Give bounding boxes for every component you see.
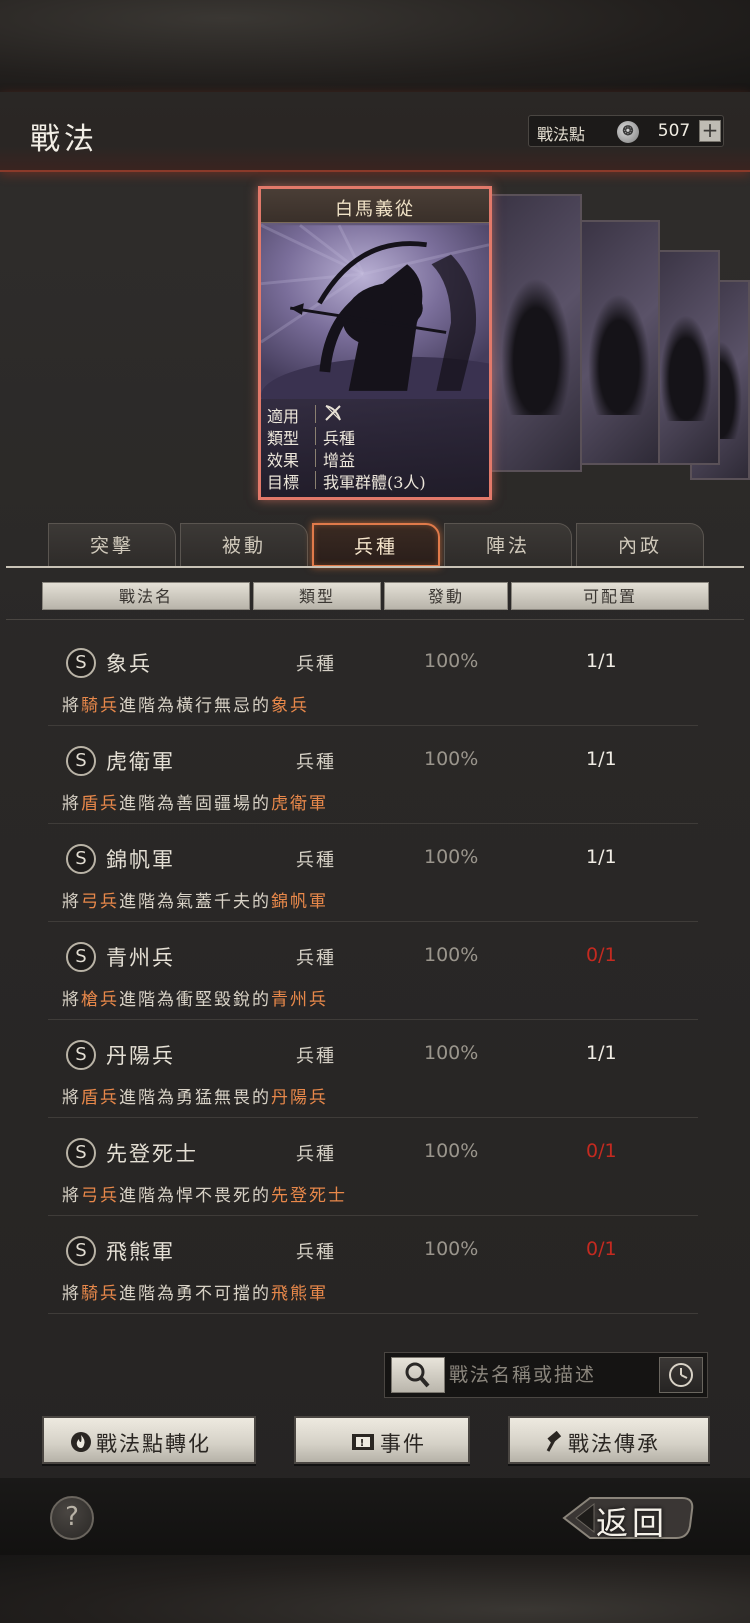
tactic-count: 1/1 xyxy=(586,846,617,868)
tactic-count: 0/1 xyxy=(586,1140,617,1162)
tab-divider xyxy=(6,566,744,568)
tactic-count: 0/1 xyxy=(586,944,617,966)
tactic-type: 兵種 xyxy=(296,850,336,871)
column-header-trigger[interactable]: 發動 xyxy=(384,582,508,610)
top-backdrop xyxy=(0,0,750,92)
tactic-points-label: 戰法點 xyxy=(537,125,586,144)
tactic-count: 1/1 xyxy=(586,748,617,770)
search-button[interactable] xyxy=(391,1357,445,1393)
event-label: 事件 xyxy=(380,1432,426,1456)
tactic-rate: 100% xyxy=(424,650,479,672)
tab-passive[interactable]: 被動 xyxy=(180,523,308,567)
tab-troop-type[interactable]: 兵種 xyxy=(312,523,440,567)
column-header-configurable[interactable]: 可配置 xyxy=(511,582,709,610)
selected-tactic-card[interactable]: 白馬義從 適用 類型 兵種 效果 增益 目標 我軍群體(3人) xyxy=(258,186,492,500)
help-button[interactable]: ? xyxy=(50,1496,94,1540)
header-divider xyxy=(6,619,744,620)
tactic-points-value: 507 xyxy=(657,121,691,141)
tactic-name: 虎衛軍 xyxy=(106,750,175,774)
grade-badge: S xyxy=(66,1236,96,1266)
tactic-rate: 100% xyxy=(424,1238,479,1260)
card-name-bar: 白馬義從 xyxy=(261,189,489,223)
tactic-count: 0/1 xyxy=(586,1238,617,1260)
tactic-description: 將騎兵進階為勇不可擋的飛熊軍 xyxy=(62,1284,328,1304)
tactic-type: 兵種 xyxy=(296,1046,336,1067)
list-item[interactable]: S 錦帆軍 兵種 100% 1/1 將弓兵進階為氣蓋千夫的錦帆軍 xyxy=(48,826,698,922)
tactic-description: 將盾兵進階為勇猛無畏的丹陽兵 xyxy=(62,1088,328,1108)
event-button[interactable]: ! 事件 xyxy=(294,1416,470,1464)
hammer-icon xyxy=(546,1431,562,1452)
tactic-name: 飛熊軍 xyxy=(106,1240,175,1264)
tactic-name: 丹陽兵 xyxy=(106,1044,175,1068)
card-info-panel: 適用 類型 兵種 效果 增益 目標 我軍群體(3人) xyxy=(261,399,489,497)
bottom-backdrop xyxy=(0,1555,750,1623)
grade-badge: S xyxy=(66,942,96,972)
tactic-type: 兵種 xyxy=(296,1144,336,1165)
tactic-description: 將弓兵進階為悍不畏死的先登死士 xyxy=(62,1186,347,1206)
back-label: 返回 xyxy=(596,1504,669,1542)
column-header-type[interactable]: 類型 xyxy=(253,582,381,610)
tactic-type: 兵種 xyxy=(296,654,336,675)
tactic-count: 1/1 xyxy=(586,650,617,672)
grade-badge: S xyxy=(66,844,96,874)
background-card-2[interactable] xyxy=(578,220,660,465)
grade-badge: S xyxy=(66,746,96,776)
magnifier-icon xyxy=(405,1362,430,1388)
svg-text:!: ! xyxy=(360,1438,367,1449)
column-header-name[interactable]: 戰法名 xyxy=(42,582,250,610)
list-item[interactable]: S 飛熊軍 兵種 100% 0/1 將騎兵進階為勇不可擋的飛熊軍 xyxy=(48,1218,698,1314)
card-name: 白馬義從 xyxy=(335,199,415,220)
tactic-points-box: 戰法點 ❂ 507 + xyxy=(528,115,724,147)
bow-icon xyxy=(323,403,343,427)
grade-badge: S xyxy=(66,1138,96,1168)
inherit-tactic-button[interactable]: 戰法傳承 xyxy=(508,1416,710,1464)
card-artwork xyxy=(261,223,489,399)
tab-assault[interactable]: 突擊 xyxy=(48,523,176,567)
list-item[interactable]: S 虎衛軍 兵種 100% 1/1 將盾兵進階為善固疆場的虎衛軍 xyxy=(48,728,698,824)
tactic-name: 青州兵 xyxy=(106,946,175,970)
tactic-rate: 100% xyxy=(424,1140,479,1162)
convert-points-label: 戰法點轉化 xyxy=(96,1432,211,1456)
tactic-rate: 100% xyxy=(424,944,479,966)
search-input[interactable] xyxy=(449,1357,645,1393)
background-card-3[interactable] xyxy=(652,250,720,465)
tab-internal-affairs[interactable]: 內政 xyxy=(576,523,704,567)
inherit-tactic-label: 戰法傳承 xyxy=(568,1432,660,1456)
list-item[interactable]: S 象兵 兵種 100% 1/1 將騎兵進階為橫行無忌的象兵 xyxy=(48,630,698,726)
clock-icon xyxy=(669,1363,693,1387)
tactic-description: 將騎兵進階為橫行無忌的象兵 xyxy=(62,696,309,716)
add-points-button[interactable]: + xyxy=(699,120,721,142)
flame-icon xyxy=(71,1432,91,1452)
tactic-description: 將槍兵進階為衝堅毀銳的青州兵 xyxy=(62,990,328,1010)
tactic-type: 兵種 xyxy=(296,948,336,969)
tactic-rate: 100% xyxy=(424,846,479,868)
background-card-1[interactable] xyxy=(490,194,582,472)
coin-icon: ❂ xyxy=(617,121,639,143)
tab-formation[interactable]: 陣法 xyxy=(444,523,572,567)
grade-badge: S xyxy=(66,1040,96,1070)
tactic-name: 錦帆軍 xyxy=(106,848,175,872)
back-button[interactable]: 返回 xyxy=(556,1490,696,1546)
category-tabs: 突擊 被動 兵種 陣法 內政 xyxy=(48,523,708,569)
tactic-name: 先登死士 xyxy=(106,1142,198,1166)
list-item[interactable]: S 先登死士 兵種 100% 0/1 將弓兵進階為悍不畏死的先登死士 xyxy=(48,1120,698,1216)
tactic-rate: 100% xyxy=(424,1042,479,1064)
scroll-icon: ! xyxy=(352,1434,374,1450)
tactic-name: 象兵 xyxy=(106,652,152,676)
page-title: 戰法 xyxy=(30,122,98,157)
list-item[interactable]: S 丹陽兵 兵種 100% 1/1 將盾兵進階為勇猛無畏的丹陽兵 xyxy=(48,1022,698,1118)
grade-badge: S xyxy=(66,648,96,678)
tactic-rate: 100% xyxy=(424,748,479,770)
tactic-description: 將盾兵進階為善固疆場的虎衛軍 xyxy=(62,794,328,814)
convert-points-button[interactable]: 戰法點轉化 xyxy=(42,1416,256,1464)
tactic-description: 將弓兵進階為氣蓋千夫的錦帆軍 xyxy=(62,892,328,912)
tactic-count: 1/1 xyxy=(586,1042,617,1064)
list-item[interactable]: S 青州兵 兵種 100% 0/1 將槍兵進階為衝堅毀銳的青州兵 xyxy=(48,924,698,1020)
tactic-type: 兵種 xyxy=(296,1242,336,1263)
tactic-type: 兵種 xyxy=(296,752,336,773)
history-button[interactable] xyxy=(659,1357,703,1393)
search-bar xyxy=(384,1352,708,1398)
